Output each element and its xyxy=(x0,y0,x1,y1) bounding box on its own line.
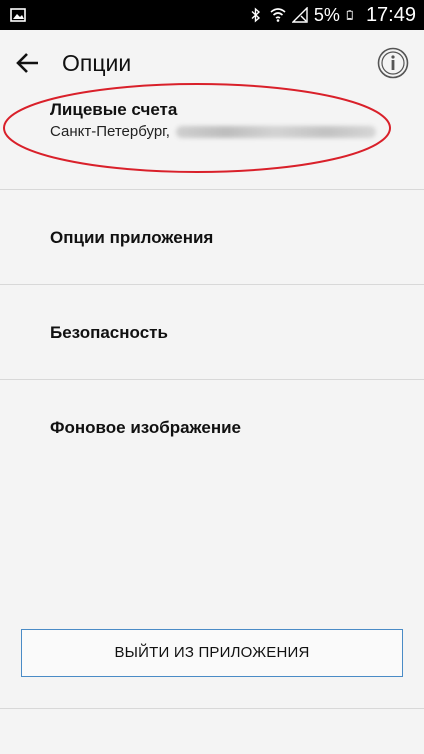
list-item-security[interactable]: Безопасность xyxy=(0,285,424,380)
blurred-address xyxy=(175,126,376,139)
wifi-icon xyxy=(270,8,286,22)
app-bar: Опции xyxy=(0,30,424,96)
battery-percent: 5% xyxy=(313,5,340,25)
image-notification-icon xyxy=(10,8,26,22)
arrow-back-icon xyxy=(16,53,38,73)
battery-icon xyxy=(346,10,353,20)
no-signal-icon xyxy=(291,7,308,23)
list-item-accounts[interactable]: Лицевые счета Санкт-Петербург, xyxy=(0,96,424,190)
background-image-title: Фоновое изображение xyxy=(50,418,241,437)
back-button[interactable] xyxy=(12,47,44,79)
security-title: Безопасность xyxy=(50,323,168,342)
list-item-app-options[interactable]: Опции приложения xyxy=(0,190,424,285)
bluetooth-icon xyxy=(251,7,260,23)
accounts-title: Лицевые счета xyxy=(50,100,178,119)
accounts-subtitle: Санкт-Петербург, xyxy=(50,123,376,140)
list-item-background-image[interactable]: Фоновое изображение xyxy=(0,380,424,475)
status-bar: 5% 17:49 xyxy=(0,0,424,30)
app-options-title: Опции приложения xyxy=(50,228,214,247)
accounts-city: Санкт-Петербург, xyxy=(50,123,170,140)
settings-list: Лицевые счета Санкт-Петербург, Опции при… xyxy=(0,96,424,475)
page-title: Опции xyxy=(62,50,132,76)
bottom-divider xyxy=(0,708,424,709)
logout-button[interactable]: ВЫЙТИ ИЗ ПРИЛОЖЕНИЯ xyxy=(21,629,403,677)
clock: 17:49 xyxy=(365,4,416,26)
info-icon[interactable] xyxy=(376,46,410,80)
status-icons: 5% 17:49 xyxy=(248,0,416,30)
